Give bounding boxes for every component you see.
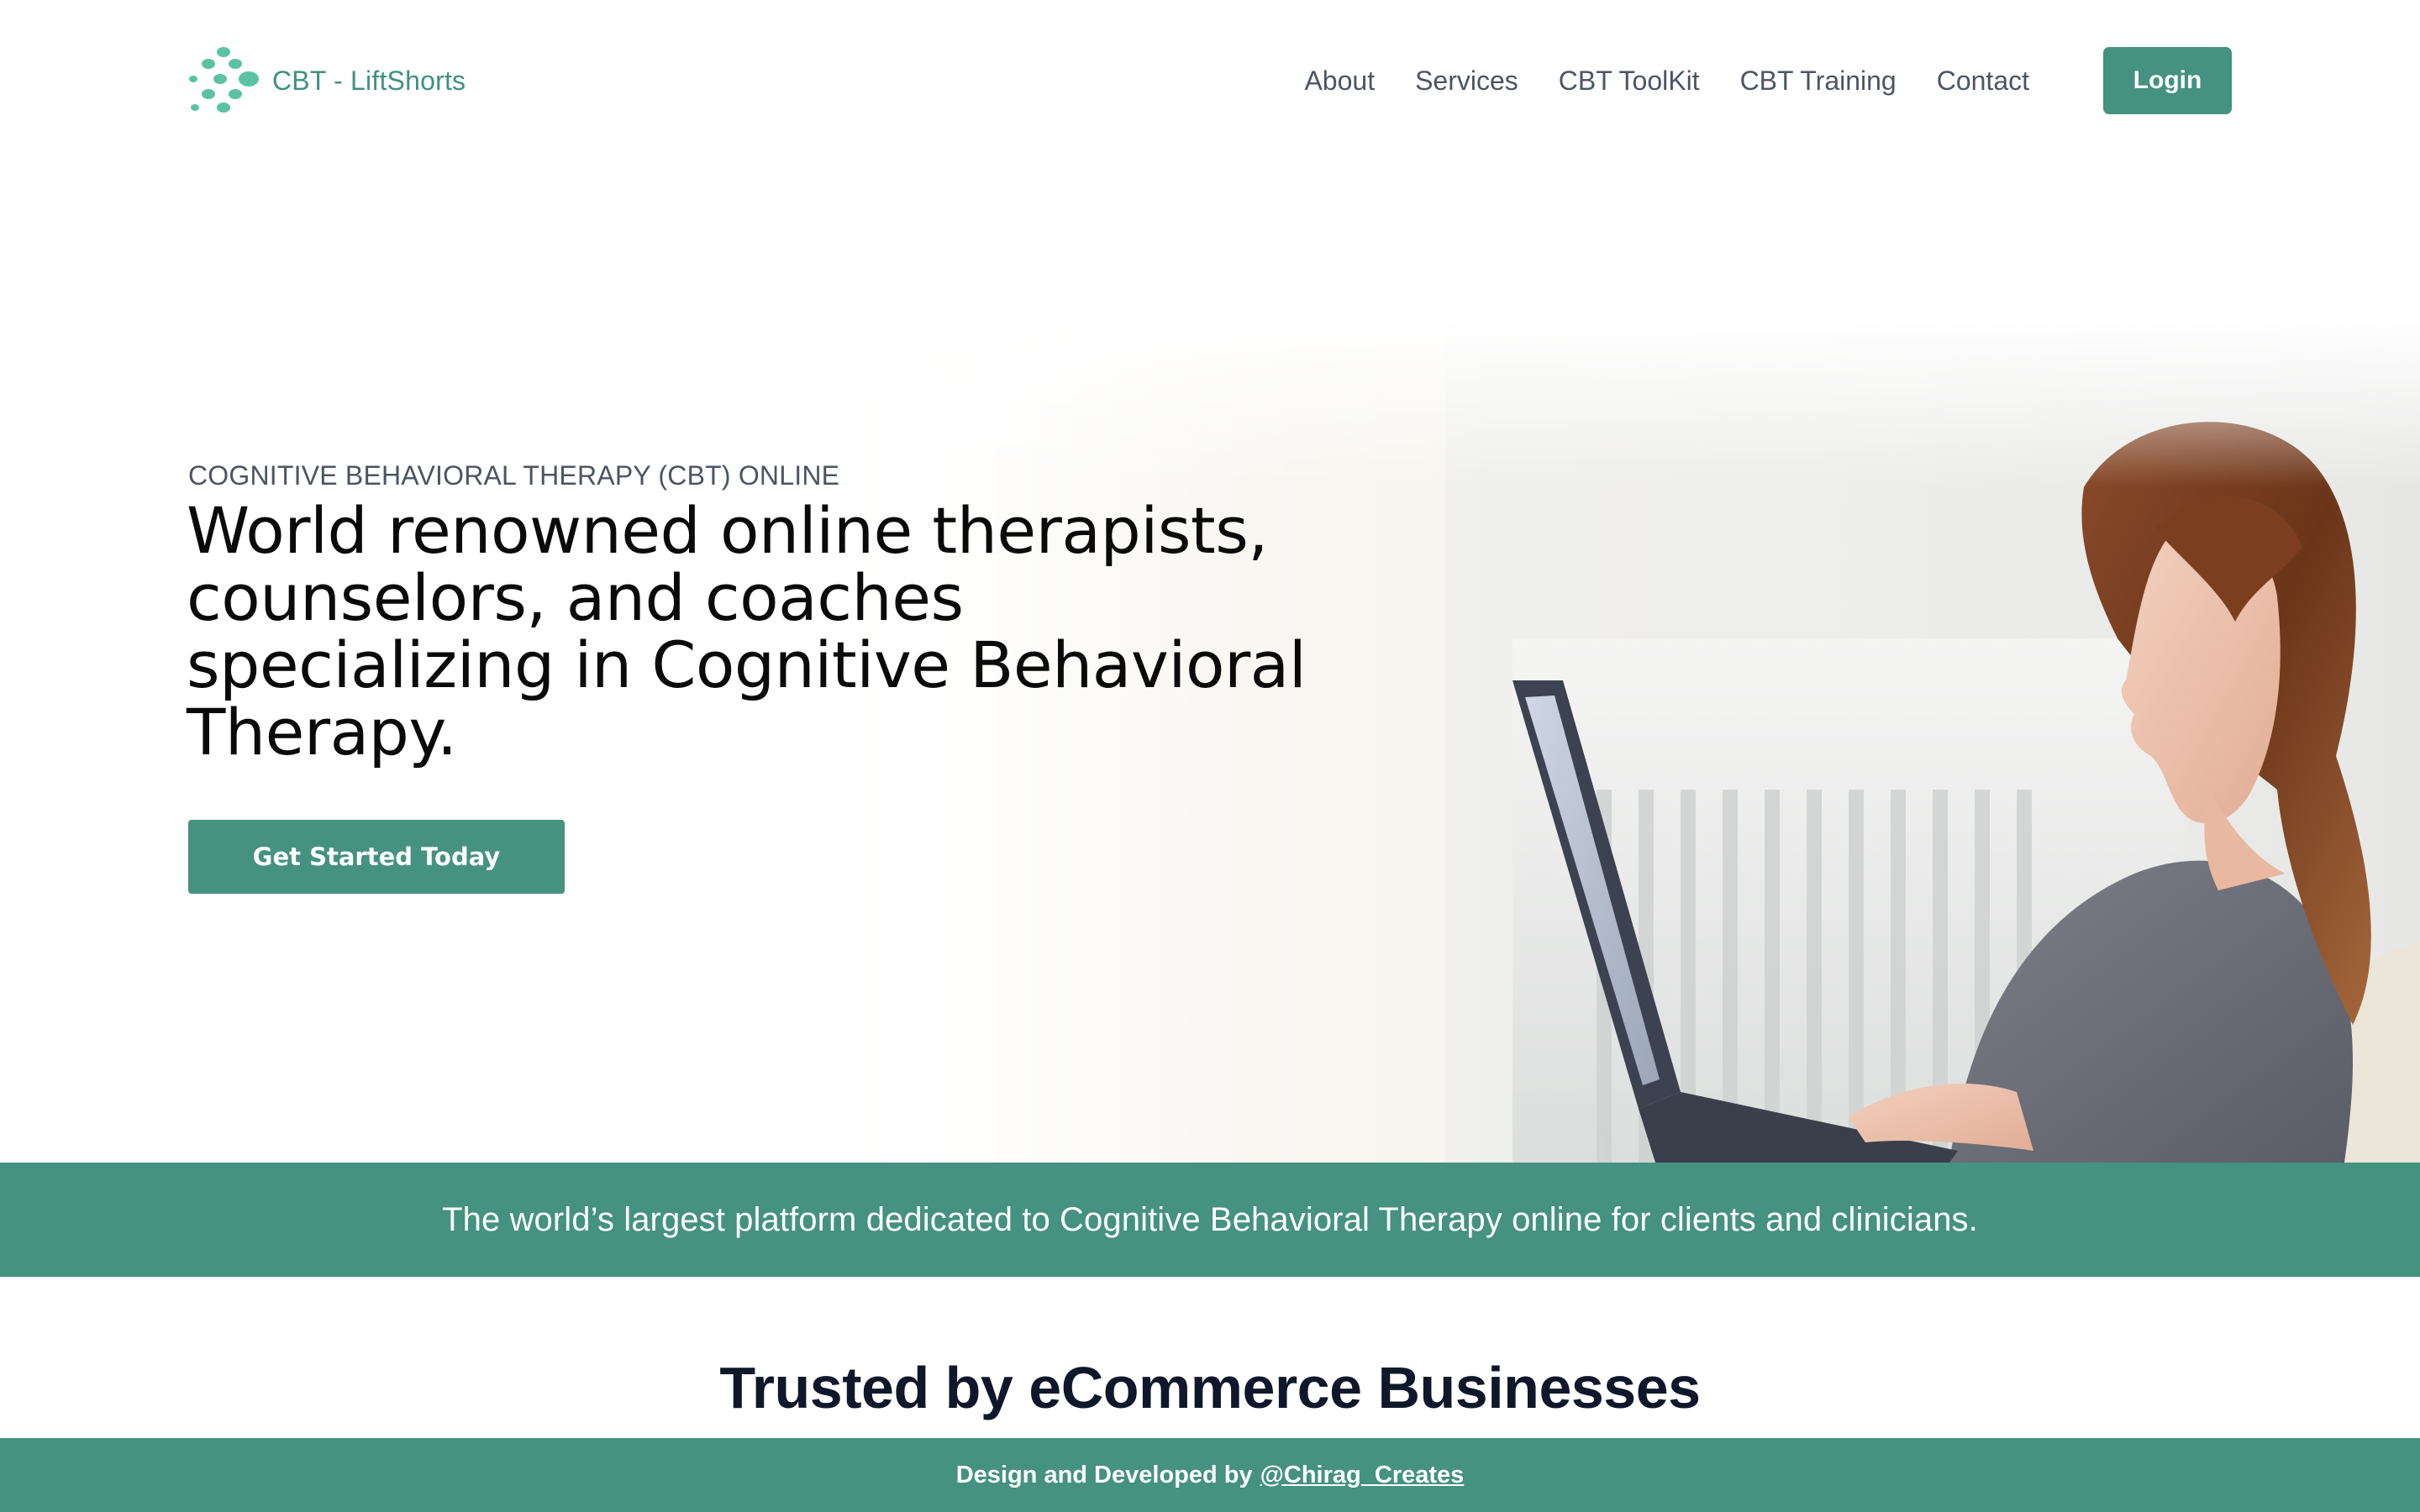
brand-logo-link[interactable]: CBT - LiftShorts <box>187 47 466 114</box>
site-footer: Design and Developed by @Chirag_Creates <box>0 1438 2420 1512</box>
banner-text: The world’s largest platform dedicated t… <box>442 1200 1978 1238</box>
login-button[interactable]: Login <box>2103 47 2232 114</box>
trusted-heading: Trusted by eCommerce Businesses <box>719 1355 1701 1420</box>
nav-cbt-toolkit[interactable]: CBT ToolKit <box>1559 66 1700 97</box>
site-header: CBT - LiftShorts About Services CBT Tool… <box>0 0 2420 161</box>
get-started-button[interactable]: Get Started Today <box>188 820 565 894</box>
main-nav: About Services CBT ToolKit CBT Training … <box>1304 59 2029 102</box>
nav-contact[interactable]: Contact <box>1937 66 2029 97</box>
hero-eyebrow: COGNITIVE BEHAVIORAL THERAPY (CBT) ONLIN… <box>188 460 840 491</box>
nav-cbt-training[interactable]: CBT Training <box>1740 66 1897 97</box>
footer-author-link[interactable]: @Chirag_Creates <box>1260 1462 1465 1489</box>
dots-logo-icon <box>189 47 259 113</box>
nav-about[interactable]: About <box>1304 66 1375 97</box>
tagline-banner: The world’s largest platform dedicated t… <box>0 1163 2420 1277</box>
footer-credit-text: Design and Developed by <box>955 1461 1253 1488</box>
nav-services[interactable]: Services <box>1415 66 1518 97</box>
hero-headline: World renowned online therapists, counse… <box>187 493 1307 769</box>
brand-name: CBT - LiftShorts <box>272 65 466 96</box>
